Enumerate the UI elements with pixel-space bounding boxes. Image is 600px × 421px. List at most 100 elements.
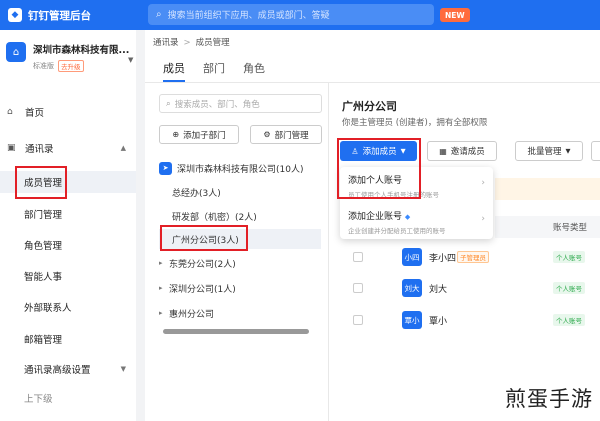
tree-search-placeholder: 搜索成员、部门、角色: [174, 99, 260, 110]
sidebar-item-label: 邮箱管理: [24, 335, 63, 346]
more-button[interactable]: [591, 141, 600, 161]
add-icon: ⊕: [172, 130, 180, 139]
avatar: 覃小: [402, 311, 422, 329]
department-title: 广州分公司: [342, 100, 397, 113]
avatar: 小四: [402, 248, 422, 266]
tree-item-huizhou[interactable]: ▸ 惠州分公司: [159, 303, 214, 323]
member-name[interactable]: 李小四: [429, 251, 456, 264]
tree-item-rd[interactable]: 研发部（机密）(2人): [159, 206, 257, 226]
account-type-badge: 个人账号: [553, 251, 585, 263]
sidebar-item-mailbox-management[interactable]: 邮箱管理: [0, 328, 136, 350]
search-icon: ⌕: [166, 98, 171, 109]
row-checkbox[interactable]: [353, 283, 363, 293]
sidebar-item-role-management[interactable]: 角色管理: [0, 234, 136, 256]
tree-item-label: 研发部（机密）(2人): [172, 212, 257, 223]
sidebar-item-label: 部门管理: [24, 210, 63, 221]
watermark: 煎蛋手游: [505, 387, 593, 411]
settings-icon: ⚙: [263, 130, 271, 139]
notice-strip: [495, 178, 600, 200]
sidebar-item-external-contacts[interactable]: 外部联系人: [0, 296, 136, 318]
tree-item-gm-office[interactable]: 总经办(3人): [159, 182, 221, 202]
invite-member-button[interactable]: ▦ 邀请成员: [427, 141, 497, 161]
app-brand[interactable]: ◆ 钉钉管理后台: [0, 8, 145, 23]
tree-search-input[interactable]: ⌕ 搜索成员、部门、角色: [159, 94, 322, 113]
tree-item-company[interactable]: ➤ 深圳市森林科技有限公司(10人): [159, 158, 303, 178]
button-label: 部门管理: [274, 130, 309, 141]
avatar: 刘大: [402, 279, 422, 297]
account-type-badge: 个人账号: [553, 314, 585, 326]
plan-tag: 标准版: [33, 62, 54, 70]
batch-manage-button[interactable]: 批量管理 ▼: [515, 141, 583, 161]
table-row[interactable]: 小四 李小四 子管理员 个人账号: [340, 241, 600, 273]
chevron-right-icon: ›: [481, 214, 485, 224]
column-account-type: 账号类型: [553, 223, 588, 233]
breadcrumb-contacts[interactable]: 通讯录: [153, 38, 179, 48]
contacts-icon: ▣: [7, 143, 16, 153]
chevron-down-icon: ▼: [565, 147, 571, 155]
member-name[interactable]: 覃小: [429, 314, 447, 327]
sidebar-item-contacts[interactable]: ▣ 通讯录 ▲: [0, 137, 136, 159]
menu-item-description: 企业创建并分配给员工使用的账号: [348, 227, 446, 235]
chevron-down-icon[interactable]: ▼: [128, 56, 133, 64]
tab-bar: 成员 部门 角色: [163, 60, 283, 76]
highlight-member-management: [15, 166, 67, 199]
home-icon: ⌂: [7, 107, 13, 117]
member-name[interactable]: 刘大: [429, 282, 447, 295]
sidebar-item-department-management[interactable]: 部门管理: [0, 203, 136, 225]
sidebar-item-hierarchy[interactable]: 上下级: [0, 387, 136, 409]
tree-item-shenzhen[interactable]: ▸ 深圳分公司(1人): [159, 278, 236, 298]
row-checkbox[interactable]: [353, 252, 363, 262]
sidebar-item-label: 角色管理: [24, 241, 63, 252]
add-subdepartment-button[interactable]: ⊕ 添加子部门: [159, 125, 239, 144]
sidebar-item-contacts-advanced[interactable]: 通讯录高级设置 ▼: [0, 358, 136, 380]
chevron-up-icon: ▲: [120, 144, 126, 152]
button-label: 添加子部门: [183, 130, 226, 141]
top-bar: ◆ 钉钉管理后台 ⌕ 搜索当前组织下应用、成员或部门、答疑 NEW: [0, 0, 600, 30]
button-label: 批量管理: [527, 147, 562, 157]
tab-members[interactable]: 成员: [163, 60, 185, 76]
department-management-button[interactable]: ⚙ 部门管理: [250, 125, 322, 144]
row-checkbox[interactable]: [353, 315, 363, 325]
chevron-right-icon: ›: [481, 178, 485, 188]
menu-item-add-enterprise-account[interactable]: 添加企业账号 ◆ 企业创建并分配给员工使用的账号 ›: [340, 203, 493, 239]
sidebar-item-home[interactable]: ⌂ 首页: [0, 101, 136, 123]
dingtalk-logo-icon: ◆: [8, 8, 22, 22]
menu-item-title-text: 添加企业账号: [348, 212, 403, 222]
highlight-add-member: [337, 138, 421, 199]
permission-note: 你是主管理员 (创建者)，拥有全部权限: [342, 118, 488, 128]
sidebar-item-label: 上下级: [24, 394, 53, 405]
tree-item-label: 东莞分公司(2人): [169, 259, 236, 270]
caret-right-icon[interactable]: ▸: [159, 309, 169, 317]
tree-item-dongguan[interactable]: ▸ 东莞分公司(2人): [159, 253, 236, 273]
caret-right-icon[interactable]: ▸: [159, 284, 169, 292]
table-row[interactable]: 覃小 覃小 个人账号: [340, 304, 600, 336]
global-search-input[interactable]: ⌕ 搜索当前组织下应用、成员或部门、答疑: [148, 4, 434, 25]
tree-item-label: 深圳分公司(1人): [169, 284, 236, 295]
sidebar-item-label: 通讯录: [25, 144, 54, 155]
caret-right-icon[interactable]: ▸: [159, 259, 169, 267]
sub-admin-badge: 子管理员: [457, 251, 489, 263]
diamond-icon: ◆: [404, 213, 411, 221]
company-icon: ➤: [159, 161, 172, 175]
tree-item-label: 惠州分公司: [169, 309, 215, 320]
panel-divider: [328, 83, 329, 421]
breadcrumb-member-management: 成员管理: [195, 38, 230, 48]
org-name: 深圳市森林科技有限...: [33, 45, 130, 56]
sidebar-item-smart-hr[interactable]: 智能人事: [0, 265, 136, 287]
account-type-badge: 个人账号: [553, 282, 585, 294]
tree-item-label: 总经办(3人): [172, 188, 221, 199]
breadcrumb: 通讯录 > 成员管理: [153, 36, 230, 48]
invite-icon: ▦: [439, 146, 447, 156]
search-icon: ⌕: [156, 9, 162, 20]
button-label: 邀请成员: [450, 147, 485, 157]
table-row[interactable]: 刘大 刘大 个人账号: [340, 272, 600, 304]
horizontal-scrollbar[interactable]: [163, 329, 309, 334]
new-badge[interactable]: NEW: [440, 8, 470, 22]
org-switcher[interactable]: ⌂ 深圳市森林科技有限... 标准版 去升级: [6, 42, 129, 72]
search-placeholder: 搜索当前组织下应用、成员或部门、答疑: [167, 11, 330, 21]
sidebar-item-label: 智能人事: [24, 272, 63, 283]
upgrade-tag[interactable]: 去升级: [58, 60, 84, 72]
tab-departments[interactable]: 部门: [203, 60, 225, 76]
tab-roles[interactable]: 角色: [243, 60, 265, 76]
chevron-down-icon: ▼: [120, 365, 126, 373]
